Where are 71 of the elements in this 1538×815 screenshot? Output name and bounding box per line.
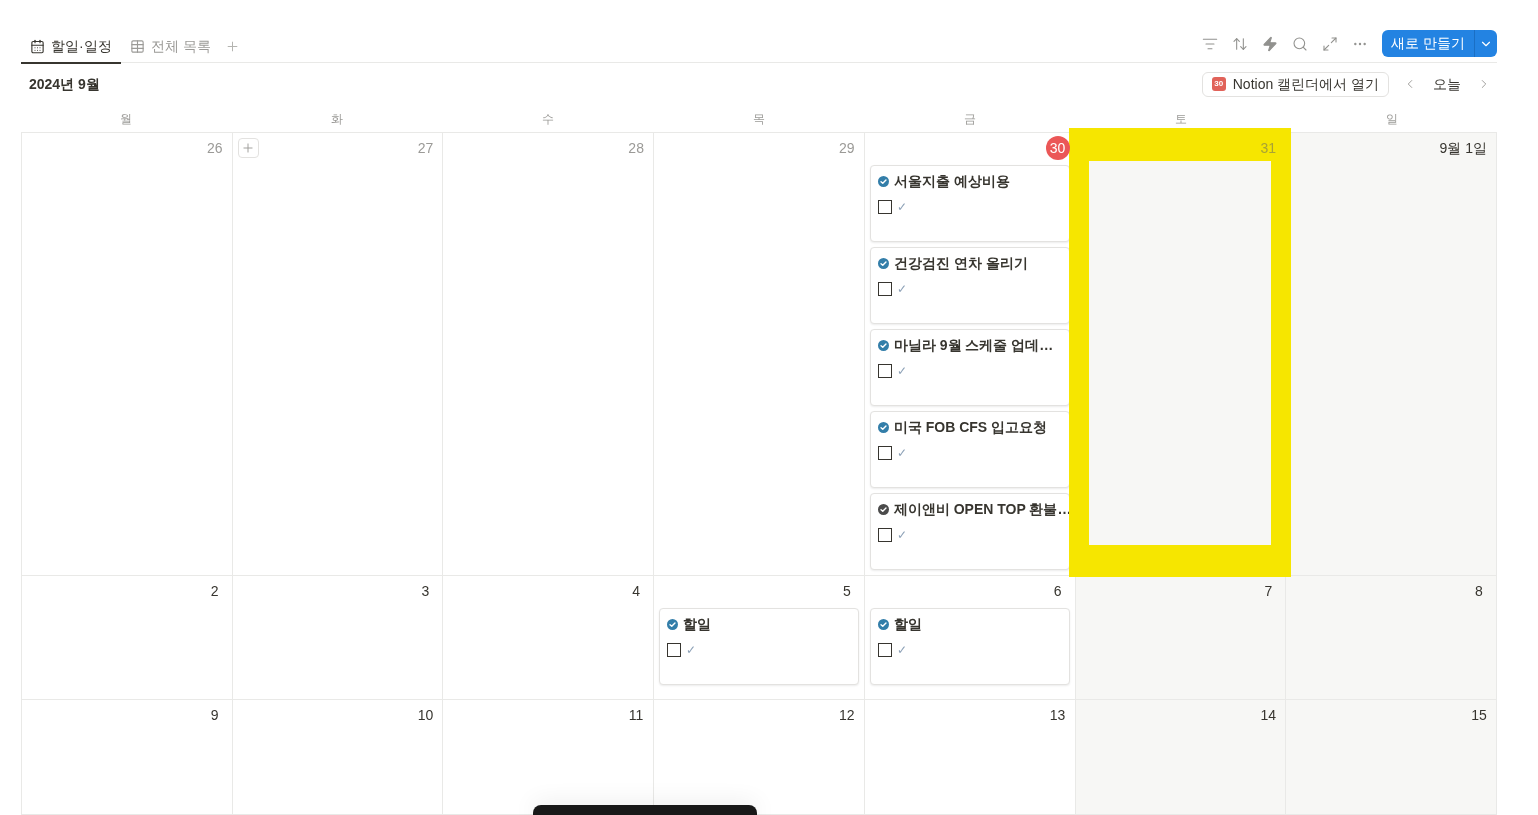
weekday-label: 일: [1385, 110, 1398, 128]
search-icon[interactable]: [1292, 35, 1309, 52]
day-number: 11: [627, 705, 645, 725]
checkbox[interactable]: [877, 200, 892, 214]
today-button[interactable]: 오늘: [1427, 71, 1467, 97]
checkbox[interactable]: [877, 364, 892, 378]
plus-icon: [241, 141, 256, 155]
today-badge: 30: [1045, 136, 1070, 160]
weekday-label: 수: [542, 110, 555, 128]
event-card[interactable]: 마닐라 9월 스케줄 업데… ✓: [869, 329, 1070, 406]
day-number: 31: [1259, 138, 1278, 158]
day-number: 26: [205, 138, 224, 158]
event-card[interactable]: 제이앤비 OPEN TOP 환불… ✓: [869, 493, 1070, 570]
weekday-label: 토: [1174, 110, 1187, 128]
day-number: 9: [209, 705, 220, 725]
open-calendar-button[interactable]: 30 Notion 캘린더에서 열기: [1201, 71, 1389, 97]
event-title: 마닐라 9월 스케줄 업데…: [893, 335, 1054, 355]
dropdown-button[interactable]: [1474, 30, 1497, 57]
check-label: ✓: [896, 642, 907, 659]
day-number: 7: [1263, 581, 1274, 601]
event-title: 서울지출 예상비용: [893, 171, 1010, 191]
day-number: 9월 1일: [1438, 138, 1488, 158]
day-number: 28: [627, 138, 645, 158]
new-button[interactable]: 새로 만들기: [1382, 30, 1474, 57]
check-label: ✓: [896, 281, 907, 298]
day-number: 10: [416, 705, 435, 725]
day-number: 6: [1052, 581, 1063, 601]
checkbox[interactable]: [667, 643, 682, 657]
day-number: 12: [838, 705, 856, 725]
check-label: ✓: [896, 199, 907, 216]
table-icon: [129, 38, 145, 54]
event-title: 할일: [893, 614, 922, 634]
event-card[interactable]: 할일 ✓: [869, 608, 1070, 685]
checkbox[interactable]: [877, 446, 892, 460]
check-label: ✓: [896, 527, 907, 544]
event-title: 건강검진 연차 올리기: [893, 253, 1028, 273]
weekday-label: 금: [963, 110, 976, 128]
day-number: 2: [209, 581, 220, 601]
event-title: 제이앤비 OPEN TOP 환불…: [893, 499, 1072, 519]
checkbox[interactable]: [877, 282, 892, 296]
event-title: 미국 FOB CFS 입고요청: [893, 417, 1048, 437]
event-card[interactable]: 건강검진 연차 올리기 ✓: [869, 247, 1070, 324]
check-label: ✓: [686, 642, 697, 659]
day-number: 29: [838, 138, 856, 158]
weekday-label: 월: [120, 110, 133, 128]
weekday-label: 화: [331, 110, 344, 128]
expand-icon[interactable]: [1322, 35, 1339, 52]
day-number: 4: [631, 581, 642, 601]
day-number: 14: [1259, 705, 1278, 725]
event-card[interactable]: 할일 ✓: [659, 608, 859, 685]
checkbox[interactable]: [877, 643, 892, 657]
month-title: 2024년 9월: [29, 74, 100, 94]
weekday-label: 목: [753, 110, 765, 128]
lightning-icon[interactable]: [1262, 35, 1279, 52]
day-number: 8: [1474, 581, 1484, 601]
calendar-logo-icon: 30: [1211, 77, 1226, 91]
day-number: 15: [1470, 705, 1488, 725]
sort-icon[interactable]: [1232, 35, 1249, 52]
checkbox[interactable]: [877, 528, 892, 542]
calendar-icon: [30, 38, 45, 54]
add-view-icon[interactable]: [224, 39, 240, 54]
event-card[interactable]: 미국 FOB CFS 입고요청 ✓: [869, 411, 1070, 488]
check-label: ✓: [896, 363, 907, 380]
day-number: 13: [1048, 705, 1067, 725]
event-title: 할일: [683, 614, 712, 634]
day-number: 5: [841, 581, 852, 601]
day-number: 3: [420, 581, 431, 601]
day-number: 27: [416, 138, 435, 158]
view-tab[interactable]: 할일·일정: [21, 30, 121, 64]
check-label: ✓: [896, 445, 907, 462]
event-card[interactable]: 서울지출 예상비용 ✓: [869, 165, 1070, 242]
